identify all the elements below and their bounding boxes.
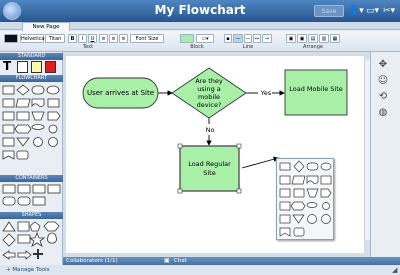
chat-icon[interactable]: ▣ (164, 257, 170, 264)
connector-regular-out (241, 156, 279, 169)
globe-icon[interactable]: ◍ (376, 106, 390, 120)
collaborators-label[interactable]: Collaborators (1/1) (66, 258, 136, 264)
chat-label[interactable]: Chat (174, 258, 204, 264)
diagram-layer (82, 67, 348, 194)
shape-picker-shapes[interactable] (276, 158, 334, 240)
status-bar (63, 265, 400, 275)
pointer-icon[interactable]: ✥ (376, 58, 390, 72)
regular-site-label: Load Regular Site (188, 160, 231, 177)
decision-label: Are they using a mobile device? (195, 77, 223, 109)
resize-grip-icon[interactable]: ◢ (392, 266, 400, 274)
theme-icon[interactable]: ☺ (376, 74, 390, 88)
no-label: No (205, 126, 215, 134)
history-icon[interactable]: ⟲ (376, 90, 390, 104)
start-label: User arrives at Site (86, 89, 155, 97)
mobile-site-label: Load Mobile Site (289, 85, 343, 93)
yes-label: Yes (260, 89, 272, 97)
